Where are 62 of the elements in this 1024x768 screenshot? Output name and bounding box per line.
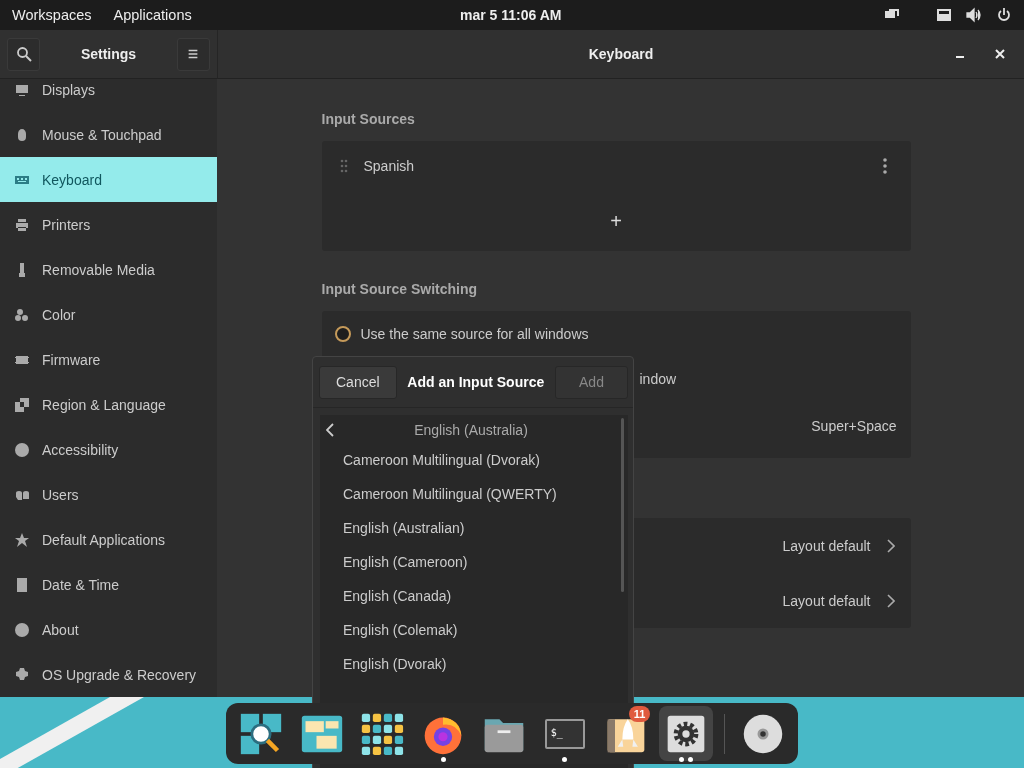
drag-handle-icon[interactable]: [339, 159, 348, 173]
search-button[interactable]: [7, 37, 40, 71]
notification-badge: 11: [628, 706, 651, 722]
sidebar-item[interactable]: Mouse & Touchpad: [0, 112, 217, 157]
dialog-title: Add an Input Source: [407, 374, 545, 390]
section-heading: Input Sources: [321, 111, 416, 127]
window-title: Keyboard: [588, 46, 654, 62]
terminal-icon[interactable]: $_: [544, 718, 585, 749]
section-heading: Input Source Switching: [321, 281, 479, 297]
input-source-name: Spanish: [363, 158, 416, 174]
category-icon: [14, 531, 30, 548]
volume-icon[interactable]: [966, 7, 982, 23]
chevron-right-icon[interactable]: [886, 593, 895, 608]
sidebar-item[interactable]: Displays: [0, 67, 217, 112]
close-icon[interactable]: [994, 48, 1006, 60]
category-icon: [14, 396, 30, 413]
shortcut-value[interactable]: Super+Space: [811, 418, 897, 434]
layout-item[interactable]: English (Cameroon): [320, 545, 628, 579]
sidebar-item[interactable]: Default Applications: [0, 517, 217, 562]
category-icon: [14, 666, 30, 683]
menu-button[interactable]: [177, 37, 210, 71]
layout-value: Layout default: [782, 592, 871, 609]
top-bar-menu[interactable]: Workspaces: [12, 7, 92, 23]
clock[interactable]: mar 5 11:06 AM: [460, 7, 562, 23]
sidebar-item[interactable]: OS Upgrade & Recovery: [0, 652, 217, 697]
power-icon[interactable]: [996, 7, 1012, 23]
category-icon: [14, 576, 30, 593]
chevron-right-icon[interactable]: [886, 538, 895, 553]
sidebar-item[interactable]: Printers: [0, 202, 217, 247]
layout-item[interactable]: English (Dvorak): [320, 647, 628, 681]
sidebar-item[interactable]: Keyboard: [0, 157, 217, 202]
sidebar-title: Settings: [80, 46, 137, 62]
sidebar-item[interactable]: Accessibility: [0, 427, 217, 472]
layout-item[interactable]: Cameroon Multilingual (Dvorak): [320, 443, 628, 477]
sidebar-item[interactable]: Date & Time: [0, 562, 217, 607]
sidebar-item[interactable]: Users: [0, 472, 217, 517]
app-grid-icon[interactable]: [360, 711, 405, 756]
layout-item[interactable]: Cameroon Multilingual (QWERTY): [320, 477, 628, 511]
category-icon: [14, 216, 30, 233]
cancel-button[interactable]: Cancel: [319, 365, 397, 399]
radio-button[interactable]: [334, 325, 351, 342]
sidebar-item[interactable]: Region & Language: [0, 382, 217, 427]
top-bar-menu[interactable]: Applications: [113, 7, 192, 23]
layout-item[interactable]: English (Colemak): [320, 613, 628, 647]
sidebar-item[interactable]: Color: [0, 292, 217, 337]
more-options-icon[interactable]: [882, 158, 887, 174]
search-app-icon[interactable]: [238, 711, 283, 756]
radio-label: indow: [639, 370, 677, 387]
sidebar-item[interactable]: About: [0, 607, 217, 652]
category-icon: [14, 306, 30, 323]
radio-label: Use the same source for all windows: [360, 325, 589, 342]
layout-value: Layout default: [782, 537, 871, 554]
layout-item[interactable]: English (Canada): [320, 579, 628, 613]
layout-item[interactable]: English (Australian): [320, 511, 628, 545]
search-icon: [15, 46, 32, 62]
add-source-button[interactable]: +: [321, 191, 911, 251]
category-icon: [14, 441, 30, 458]
back-icon[interactable]: [326, 422, 334, 437]
sidebar-item[interactable]: Removable Media: [0, 247, 217, 292]
category-icon: [14, 621, 30, 638]
sidebar-item[interactable]: Firmware: [0, 337, 217, 382]
language-header: English (Australia): [413, 421, 529, 438]
